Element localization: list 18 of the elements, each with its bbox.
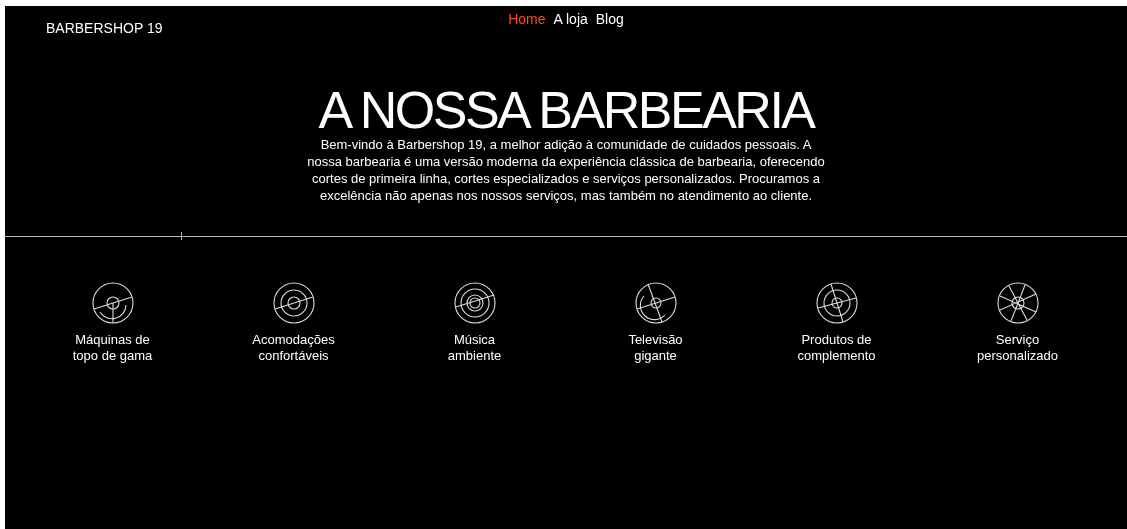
target-icon — [90, 281, 135, 325]
feature-label: Televisão gigante — [628, 332, 683, 364]
feature-label: Acomodações confortáveis — [252, 332, 335, 364]
target-icon — [271, 281, 316, 325]
target-icon — [814, 281, 859, 325]
feature-label: Máquinas de topo de gama — [72, 332, 153, 364]
nav-link[interactable]: Blog — [595, 11, 624, 27]
hero-text: Bem-vindo à Barbershop 19, a melhor adição à comunidade de cuidados pessoais. A nossa barbearia é uma versão moderna da experiência clássica de barbearia, oferecendo cortes de primeira linha, cortes especializados e serviços personalizados. Procuramos a excelência não apenas nos nossos serviços, mas também no atendimento ao cliente. — [306, 136, 826, 204]
target-icon — [633, 281, 678, 325]
feature-label: Serviço personalizado — [977, 332, 1058, 364]
nav-link[interactable]: Home — [508, 11, 546, 27]
feature-label: Música ambiente — [447, 332, 502, 364]
brand-name[interactable]: BARBERSHOP 19 — [46, 20, 163, 36]
target-icon — [452, 281, 497, 325]
target-icon — [995, 281, 1040, 325]
feature-label: Produtos de complemento — [797, 332, 876, 364]
hero-title: A NOSSA BARBEARIA — [318, 81, 814, 139]
nav-link[interactable]: A loja — [553, 11, 588, 27]
